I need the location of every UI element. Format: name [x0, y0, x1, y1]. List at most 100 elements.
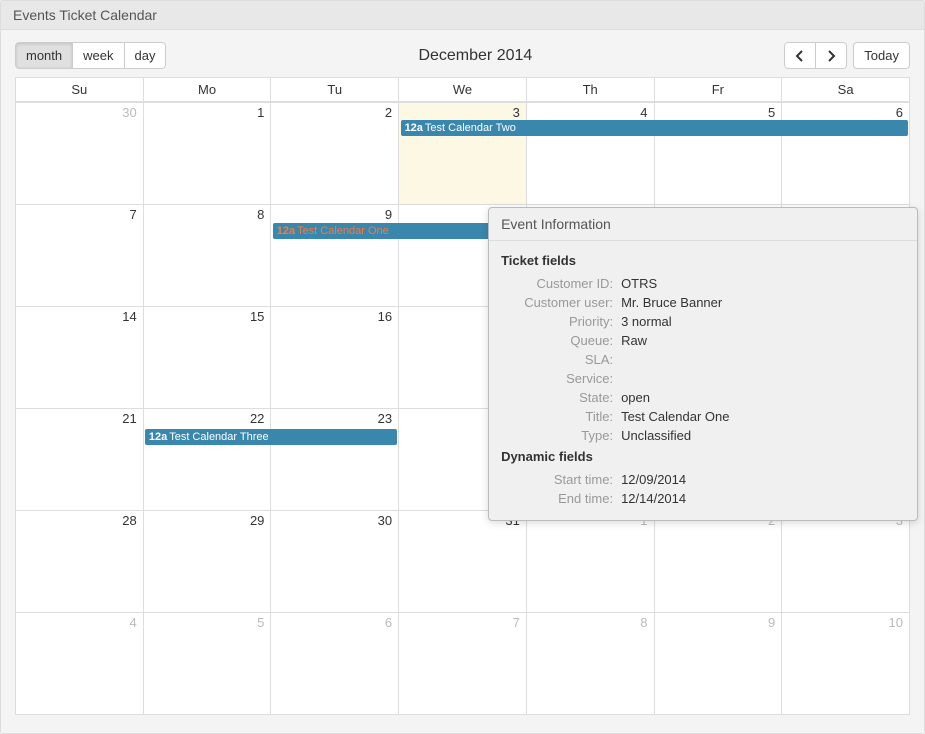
day-cell[interactable]: 5 — [143, 613, 271, 715]
day-header: Fr — [654, 78, 782, 102]
day-number: 1 — [144, 103, 271, 120]
nav-arrows — [784, 42, 847, 69]
calendar-header-table: SuMoTuWeThFrSa — [15, 77, 910, 102]
field-value: OTRS — [621, 276, 905, 291]
field-label: Title: — [501, 409, 621, 424]
field-label: SLA: — [501, 352, 621, 367]
day-number: 15 — [144, 307, 271, 324]
field-value — [621, 352, 905, 367]
day-cell[interactable]: 2 — [654, 511, 782, 613]
day-cell[interactable]: 6 — [271, 613, 399, 715]
day-cell[interactable]: 16 — [271, 307, 399, 409]
day-number: 30 — [16, 103, 143, 120]
day-number: 5 — [144, 613, 271, 630]
day-cell[interactable]: 29 — [143, 511, 271, 613]
day-cell[interactable]: 28 — [16, 511, 144, 613]
day-cell[interactable]: 2 — [271, 103, 399, 205]
day-cell[interactable]: 30 — [16, 103, 144, 205]
day-number: 8 — [144, 205, 271, 222]
chevron-right-icon — [826, 50, 836, 62]
next-button[interactable] — [816, 42, 847, 69]
day-number: 30 — [271, 511, 398, 528]
chevron-left-icon — [795, 50, 805, 62]
panel-title: Events Ticket Calendar — [1, 1, 924, 30]
field-value: 12/09/2014 — [621, 472, 905, 487]
day-cell[interactable]: 22 — [143, 409, 271, 511]
view-switcher: month week day — [15, 42, 166, 69]
day-number: 21 — [16, 409, 143, 426]
today-button[interactable]: Today — [853, 42, 910, 69]
day-cell[interactable]: 10 — [782, 613, 910, 715]
day-cell[interactable]: 5 — [654, 103, 782, 205]
day-cell[interactable]: 6 — [782, 103, 910, 205]
day-number: 3 — [399, 103, 526, 120]
day-number: 23 — [271, 409, 398, 426]
day-number: 6 — [782, 103, 909, 120]
day-cell[interactable]: 23 — [271, 409, 399, 511]
field-label: Customer user: — [501, 295, 621, 310]
day-cell[interactable]: 31 — [399, 511, 527, 613]
day-number: 4 — [527, 103, 654, 120]
field-value: 3 normal — [621, 314, 905, 329]
field-label: Type: — [501, 428, 621, 443]
calendar-toolbar: month week day December 2014 Today — [15, 42, 910, 69]
day-cell[interactable]: 4 — [526, 103, 654, 205]
day-cell[interactable]: 14 — [16, 307, 144, 409]
ticket-fields-heading: Ticket fields — [501, 253, 905, 268]
info-field-row: State:open — [501, 388, 905, 407]
field-value: Mr. Bruce Banner — [621, 295, 905, 310]
field-value: Test Calendar One — [621, 409, 905, 424]
prev-button[interactable] — [784, 42, 816, 69]
event-title: Test Calendar Two — [425, 122, 516, 134]
info-field-row: Customer user:Mr. Bruce Banner — [501, 293, 905, 312]
field-label: Queue: — [501, 333, 621, 348]
day-cell[interactable]: 9 — [654, 613, 782, 715]
day-number: 7 — [16, 205, 143, 222]
info-field-row: SLA: — [501, 350, 905, 369]
event-info-popover: Event Information Ticket fields Customer… — [488, 207, 918, 521]
day-number: 6 — [271, 613, 398, 630]
day-number: 16 — [271, 307, 398, 324]
info-field-row: Priority:3 normal — [501, 312, 905, 331]
info-field-row: Service: — [501, 369, 905, 388]
day-number: 22 — [144, 409, 271, 426]
calendar-event[interactable]: 12aTest Calendar Two — [401, 120, 908, 136]
field-label: State: — [501, 390, 621, 405]
day-view-button[interactable]: day — [125, 42, 167, 69]
day-cell[interactable]: 30 — [271, 511, 399, 613]
popover-title: Event Information — [489, 208, 917, 241]
week-view-button[interactable]: week — [73, 42, 124, 69]
day-cell[interactable]: 8 — [143, 205, 271, 307]
field-label: End time: — [501, 491, 621, 506]
info-field-row: Title:Test Calendar One — [501, 407, 905, 426]
field-value: open — [621, 390, 905, 405]
day-cell[interactable]: 7 — [16, 205, 144, 307]
day-cell[interactable]: 3 — [782, 511, 910, 613]
calendar-title: December 2014 — [166, 47, 784, 65]
event-title: Test Calendar Three — [169, 431, 268, 443]
event-time: 12a — [405, 122, 423, 134]
event-time: 12a — [277, 225, 295, 237]
day-number: 28 — [16, 511, 143, 528]
info-field-row: End time:12/14/2014 — [501, 489, 905, 508]
day-cell[interactable]: 9 — [271, 205, 399, 307]
info-field-row: Start time:12/09/2014 — [501, 470, 905, 489]
day-cell[interactable]: 4 — [16, 613, 144, 715]
day-cell[interactable]: 7 — [399, 613, 527, 715]
day-number: 4 — [16, 613, 143, 630]
field-label: Start time: — [501, 472, 621, 487]
event-title: Test Calendar One — [297, 225, 389, 237]
day-cell[interactable]: 1 — [143, 103, 271, 205]
day-cell[interactable]: 8 — [526, 613, 654, 715]
day-number: 10 — [782, 613, 909, 630]
calendar-event[interactable]: 12aTest Calendar Three — [145, 429, 397, 445]
day-cell[interactable]: 1 — [526, 511, 654, 613]
day-cell[interactable]: 3 — [399, 103, 527, 205]
day-cell[interactable]: 15 — [143, 307, 271, 409]
day-cell[interactable]: 21 — [16, 409, 144, 511]
month-view-button[interactable]: month — [15, 42, 73, 69]
day-header: Th — [526, 78, 654, 102]
day-header: Sa — [782, 78, 910, 102]
field-value — [621, 371, 905, 386]
day-header: We — [399, 78, 527, 102]
